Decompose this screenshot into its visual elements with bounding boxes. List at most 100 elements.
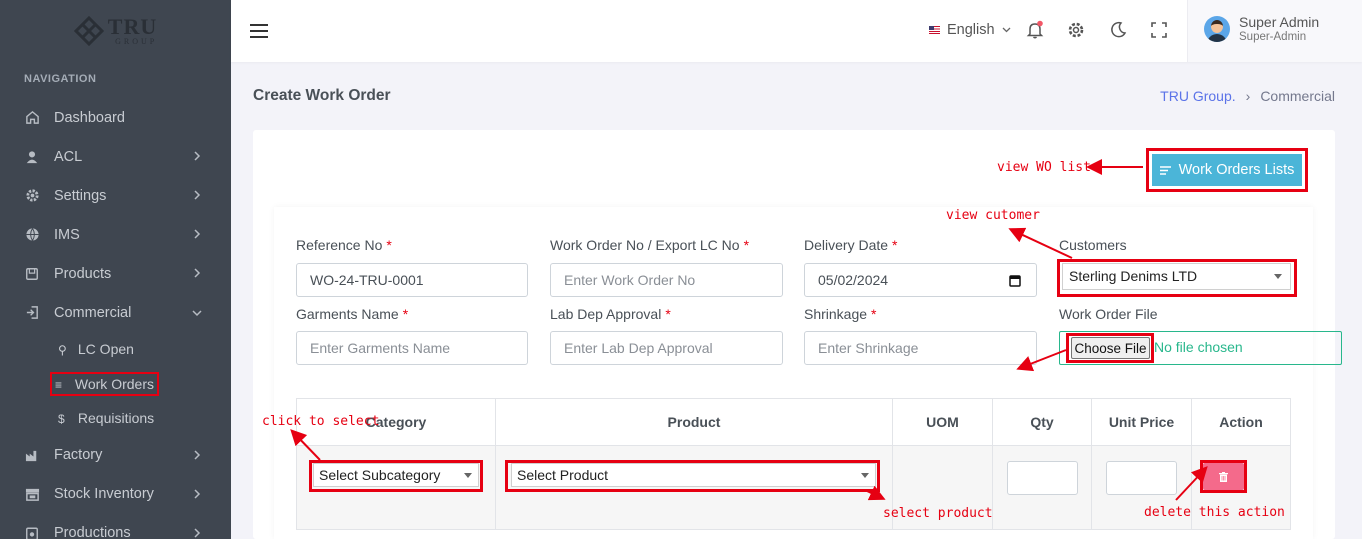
brand-name: TRU	[107, 14, 158, 39]
required-marker: *	[665, 306, 671, 322]
shrinkage-input[interactable]: Enter Shrinkage	[804, 331, 1037, 365]
chevron-right-icon	[194, 151, 201, 161]
chevron-right-icon	[194, 488, 201, 499]
lab-dep-approval-label: Lab Dep Approval *	[550, 306, 671, 322]
logo-text: TRU GROUP	[108, 16, 157, 46]
label-text: Shrinkage	[804, 306, 868, 322]
annotation-view-wo-list: view WO list	[997, 160, 1091, 175]
table-header-qty: Qty	[992, 398, 1092, 446]
sidebar-item-label: Products	[54, 265, 112, 282]
gear-icon[interactable]	[1066, 20, 1086, 40]
dollar-icon: $	[58, 412, 65, 427]
sidebar-item-ims[interactable]: IMS	[0, 215, 231, 254]
delete-row-button[interactable]	[1203, 463, 1244, 490]
select-caret-icon	[464, 473, 472, 478]
sidebar-item-label: IMS	[54, 226, 80, 243]
sidebar-item-label: Stock Inventory	[54, 486, 154, 502]
sign-in-icon	[24, 305, 40, 321]
table-header-uom: UOM	[892, 398, 993, 446]
qty-input[interactable]	[1007, 461, 1078, 495]
required-marker: *	[871, 306, 877, 322]
sidebar-item-label: Factory	[54, 447, 103, 463]
sidebar-item-commercial[interactable]: Commercial	[0, 293, 231, 332]
work-order-no-input[interactable]: Enter Work Order No	[550, 263, 783, 297]
chevron-right-icon	[194, 190, 201, 200]
reference-no-input[interactable]: WO-24-TRU-0001	[296, 263, 528, 297]
table-header-unit-price: Unit Price	[1091, 398, 1192, 446]
label-text: Delivery Date	[804, 237, 889, 253]
product-select[interactable]: Select Product	[511, 463, 876, 487]
work-orders-lists-highlight: Work Orders Lists	[1146, 148, 1308, 192]
dark-mode-moon-icon[interactable]	[1108, 20, 1128, 40]
sidebar: TRU GROUP NAVIGATION Dashboard ACL Setti…	[0, 0, 231, 539]
file-status-text: No file chosen	[1154, 339, 1243, 355]
sidebar-subitem-work-orders[interactable]: ≡ Work Orders	[0, 367, 231, 402]
product-selected-value: Select Product	[517, 467, 609, 483]
work-orders-lists-label: Work Orders Lists	[1178, 162, 1295, 178]
label-text: Lab Dep Approval	[550, 306, 662, 322]
clipboard-icon	[24, 525, 40, 539]
garments-name-input[interactable]: Enter Garments Name	[296, 331, 528, 365]
breadcrumb-link-home[interactable]: TRU Group.	[1160, 88, 1235, 104]
sidebar-item-label: ACL	[54, 148, 83, 165]
avatar	[1204, 16, 1230, 42]
user-menu[interactable]: Super Admin Super-Admin	[1187, 0, 1362, 62]
sidebar-item-products[interactable]: Products	[0, 254, 231, 293]
delivery-date-value: 05/02/2024	[818, 272, 889, 288]
calendar-icon[interactable]	[1009, 274, 1021, 287]
sidebar-subitem-label: Work Orders	[74, 375, 154, 392]
breadcrumb: TRU Group. › Commercial	[1160, 88, 1335, 104]
subitem-wrap: $ Requisitions	[58, 410, 154, 426]
delivery-date-input[interactable]: 05/02/2024	[804, 263, 1037, 297]
chevron-right-icon	[194, 449, 201, 460]
sidebar-item-stock-inventory[interactable]: Stock Inventory	[0, 475, 231, 514]
sidebar-item-dashboard[interactable]: Dashboard	[0, 98, 231, 137]
hamburger-menu-icon[interactable]	[250, 24, 268, 42]
user-role: Super-Admin	[1239, 31, 1307, 43]
breadcrumb-current: Commercial	[1260, 88, 1335, 104]
user-name: Super Admin	[1239, 14, 1320, 30]
label-text: Reference No	[296, 237, 383, 253]
customers-select[interactable]: Sterling Denims LTD	[1062, 263, 1291, 290]
category-select[interactable]: Select Subcategory	[313, 463, 479, 487]
required-marker: *	[892, 237, 898, 253]
annotation-select-product: select product	[883, 506, 993, 521]
required-marker: *	[743, 237, 750, 253]
factory-icon	[24, 447, 40, 463]
fullscreen-icon[interactable]	[1149, 20, 1169, 40]
list-icon	[1159, 165, 1171, 175]
reference-no-label: Reference No *	[296, 237, 392, 253]
required-marker: *	[386, 237, 392, 253]
subitem-wrap: ⚲ LC Open	[58, 341, 134, 357]
user-icon	[24, 149, 40, 165]
chevron-down-icon	[1002, 27, 1011, 33]
language-selector[interactable]: English	[929, 22, 1011, 38]
lab-dep-approval-input[interactable]: Enter Lab Dep Approval	[550, 331, 783, 365]
trash-icon	[1219, 471, 1228, 482]
unit-price-input[interactable]	[1106, 461, 1177, 495]
label-text: Work Order No / Export LC No	[550, 237, 740, 253]
annotation-view-customer: view cutomer	[946, 208, 1040, 223]
language-label: English	[947, 22, 995, 38]
garments-name-label: Garments Name *	[296, 306, 408, 322]
sidebar-item-acl[interactable]: ACL	[0, 137, 231, 176]
category-selected-value: Select Subcategory	[319, 467, 441, 483]
bell-icon[interactable]	[1025, 20, 1045, 40]
work-order-file-label: Work Order File	[1059, 306, 1158, 322]
sidebar-item-productions[interactable]: Productions	[0, 514, 231, 539]
work-orders-lists-button[interactable]: Work Orders Lists	[1152, 154, 1302, 186]
sidebar-item-factory[interactable]: Factory	[0, 436, 231, 475]
globe-icon	[24, 227, 40, 243]
choose-file-button[interactable]: Choose File	[1071, 337, 1150, 359]
brand-logo[interactable]: TRU GROUP	[0, 0, 231, 62]
chevron-right-icon	[194, 527, 201, 538]
sidebar-subitem-requisitions[interactable]: $ Requisitions	[0, 401, 231, 436]
sidebar-subitem-lc-open[interactable]: ⚲ LC Open	[0, 332, 231, 367]
delivery-date-label: Delivery Date *	[804, 237, 897, 253]
table-header-product: Product	[495, 398, 893, 446]
sidebar-item-label: Productions	[54, 525, 131, 539]
sidebar-item-label: Commercial	[54, 304, 132, 321]
customers-selected-value: Sterling Denims LTD	[1069, 268, 1198, 284]
sidebar-item-settings[interactable]: Settings	[0, 176, 231, 215]
sidebar-subitem-label: Requisitions	[77, 410, 155, 427]
